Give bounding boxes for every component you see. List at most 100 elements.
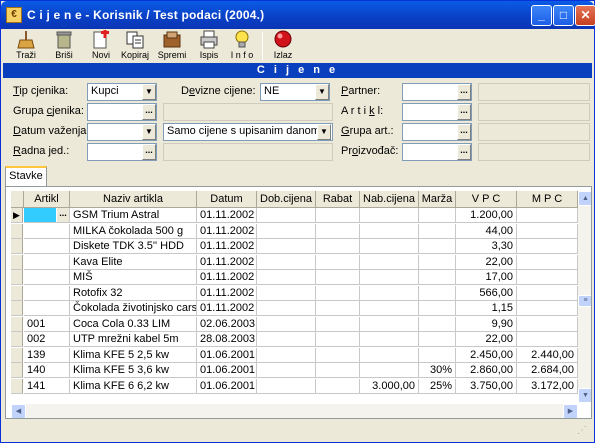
cell-mpc[interactable] (517, 254, 578, 270)
column-header-nab-cijena[interactable]: Nab.cijena (360, 191, 419, 208)
grupa-art-lookup-button[interactable]: ... (457, 124, 471, 140)
cell-mpc[interactable] (517, 223, 578, 239)
cell-vpc[interactable]: 22,00 (456, 254, 517, 270)
cell-rabat[interactable] (316, 347, 360, 363)
cell-dob-cijena[interactable] (257, 223, 316, 239)
cell-marza[interactable]: 25% (419, 378, 456, 394)
cell-nab-cijena[interactable] (360, 363, 419, 378)
minimize-button[interactable]: _ (531, 5, 552, 26)
cell-dob-cijena[interactable] (257, 239, 316, 254)
cell-mpc[interactable] (517, 301, 578, 316)
cell-artikl[interactable] (24, 223, 70, 239)
column-header-marza[interactable]: Marža (419, 191, 456, 208)
info-button[interactable]: I n f o (226, 30, 258, 62)
cell-vpc[interactable]: 9,90 (456, 316, 517, 332)
cell-marza[interactable] (419, 239, 456, 254)
row-indicator[interactable] (11, 254, 23, 270)
close-button[interactable]: ✕ (575, 5, 595, 26)
cell-artikl[interactable] (24, 270, 70, 285)
cell-mpc[interactable]: 2.684,00 (517, 363, 578, 378)
cell-rabat[interactable] (316, 254, 360, 270)
cell-vpc[interactable]: 566,00 (456, 285, 517, 301)
datum-vazenja-dropdown[interactable]: ▼ (142, 124, 156, 140)
cell-marza[interactable] (419, 316, 456, 332)
cell-artikl[interactable]: 139 (24, 347, 70, 363)
cell-dob-cijena[interactable] (257, 285, 316, 301)
cell-datum[interactable]: 01.11.2002 (197, 239, 257, 254)
cell-dob-cijena[interactable] (257, 254, 316, 270)
cell-artikl[interactable]: 001 (24, 316, 70, 332)
cell-datum[interactable]: 01.06.2001 (197, 363, 257, 378)
cell-datum[interactable]: 01.11.2002 (197, 285, 257, 301)
cell-artikl[interactable]: 140 (24, 363, 70, 378)
cell-rabat[interactable] (316, 316, 360, 332)
cell-nab-cijena[interactable] (360, 316, 419, 332)
radna-jed-lookup-button[interactable]: ... (142, 144, 156, 160)
column-header-naziv[interactable]: Naziv artikla (70, 191, 197, 208)
cell-rabat[interactable] (316, 378, 360, 394)
cell-naziv[interactable]: Klima KFE 5 2,5 kw (70, 347, 197, 363)
cell-datum[interactable]: 01.06.2001 (197, 347, 257, 363)
cell-naziv[interactable]: MIŠ (70, 270, 197, 285)
ispis-button[interactable]: Ispis (193, 30, 225, 62)
cell-artikl[interactable] (24, 301, 70, 316)
cell-dob-cijena[interactable] (257, 332, 316, 347)
cell-nab-cijena[interactable] (360, 301, 419, 316)
horizontal-scrollbar[interactable]: ◀ ▶ (11, 404, 578, 418)
row-indicator[interactable] (11, 301, 23, 316)
row-indicator[interactable] (11, 347, 23, 363)
cell-mpc[interactable]: 2.440,00 (517, 347, 578, 363)
row-indicator[interactable] (11, 285, 23, 301)
cell-marza[interactable] (419, 301, 456, 316)
cell-vpc[interactable]: 3,30 (456, 239, 517, 254)
cell-datum[interactable]: 01.11.2002 (197, 223, 257, 239)
cell-vpc[interactable]: 17,00 (456, 270, 517, 285)
column-header-rabat[interactable]: Rabat (316, 191, 360, 208)
scroll-up-button[interactable]: ▲ (578, 191, 591, 206)
cell-nab-cijena[interactable] (360, 347, 419, 363)
scroll-right-button[interactable]: ▶ (563, 404, 578, 418)
cell-marza[interactable] (419, 347, 456, 363)
cell-naziv[interactable]: MILKA čokolada 500 g (70, 223, 197, 239)
cell-mpc[interactable] (517, 208, 578, 223)
cell-datum[interactable]: 28.08.2003 (197, 332, 257, 347)
cell-rabat[interactable] (316, 332, 360, 347)
cell-nab-cijena[interactable] (360, 332, 419, 347)
column-header-artikl[interactable]: Artikl (24, 191, 70, 208)
tab-stavke[interactable]: Stavke (5, 166, 47, 186)
cell-dob-cijena[interactable] (257, 363, 316, 378)
cell-naziv[interactable]: Rotofix 32 (70, 285, 197, 301)
cell-marza[interactable] (419, 223, 456, 239)
column-header-dob-cijena[interactable]: Dob.cijena (257, 191, 316, 208)
cell-nab-cijena[interactable] (360, 223, 419, 239)
row-indicator[interactable] (11, 270, 23, 285)
cell-dob-cijena[interactable] (257, 301, 316, 316)
cell-vpc[interactable]: 1.200,00 (456, 208, 517, 223)
cell-dob-cijena[interactable] (257, 270, 316, 285)
cell-artikl[interactable] (24, 254, 70, 270)
scroll-down-button[interactable]: ▼ (578, 388, 591, 403)
cell-naziv[interactable]: Čokolada životinjsko cars (70, 301, 197, 316)
proizvodac-lookup-button[interactable]: ... (457, 144, 471, 160)
cell-vpc[interactable]: 44,00 (456, 223, 517, 239)
cell-artikl[interactable]: 141 (24, 378, 70, 394)
cell-naziv[interactable]: Kava Elite (70, 254, 197, 270)
cell-mpc[interactable]: 3.172,00 (517, 378, 578, 394)
cell-nab-cijena[interactable] (360, 239, 419, 254)
cell-rabat[interactable] (316, 208, 360, 223)
resize-grip-icon[interactable]: ⋰ (577, 425, 591, 439)
artikl-lookup-button[interactable]: ... (457, 104, 471, 120)
cell-artikl[interactable]: ... (24, 208, 70, 223)
cell-rabat[interactable] (316, 301, 360, 316)
cell-nab-cijena[interactable] (360, 208, 419, 223)
cijene-filter-select[interactable]: Samo cijene s upisanim danom (163, 123, 333, 141)
row-indicator[interactable] (11, 378, 23, 394)
cell-vpc[interactable]: 22,00 (456, 332, 517, 347)
cell-naziv[interactable]: UTP mrežni kabel 5m (70, 332, 197, 347)
cell-nab-cijena[interactable] (360, 285, 419, 301)
cell-mpc[interactable] (517, 285, 578, 301)
current-row-indicator-icon[interactable]: ▶ (11, 208, 23, 223)
scroll-left-button[interactable]: ◀ (11, 404, 26, 418)
cell-datum[interactable]: 01.11.2002 (197, 301, 257, 316)
column-header-mpc[interactable]: M P C (517, 191, 578, 208)
